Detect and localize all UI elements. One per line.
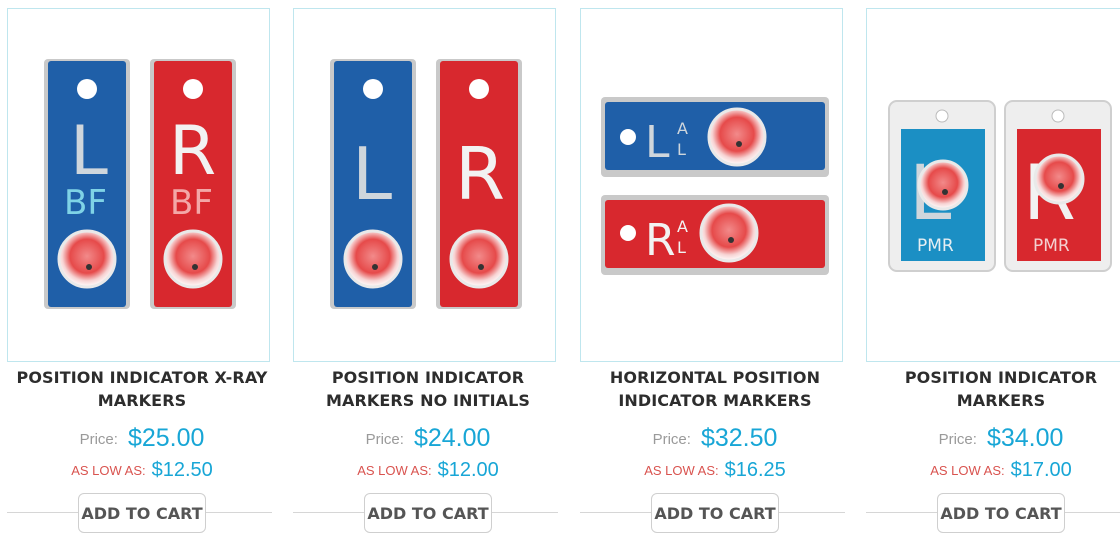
product-image: L BF R BF xyxy=(44,59,236,309)
marker-letter: R xyxy=(169,112,216,191)
as-low-as-label: AS LOW AS: xyxy=(357,463,432,478)
product-image: L A L R A L xyxy=(601,97,829,275)
marker-small-letter: A xyxy=(677,217,688,236)
marker-initials: BF xyxy=(64,183,107,223)
product-image-link[interactable]: L BF R BF xyxy=(7,8,270,362)
product-card: L R POSITION INDICATOR MARKERS NO INITIA… xyxy=(286,0,566,534)
product-card: L A L R A L HORIZONTAL POSITION INDICATO… xyxy=(573,0,853,534)
price-label: Price: xyxy=(938,431,977,448)
product-title-line[interactable]: MARKERS xyxy=(0,389,284,412)
product-card: L BF R BF POSITION INDICATOR X-RAY MARKE… xyxy=(0,0,280,534)
price-value: $34.00 xyxy=(986,424,1064,452)
product-title[interactable]: POSITION INDICATOR MARKERS xyxy=(859,366,1120,412)
price-row: Price: $25.00 xyxy=(0,424,284,453)
add-to-cart-button[interactable]: ADD TO CART xyxy=(78,493,206,533)
product-title-line[interactable]: POSITION INDICATOR X-RAY xyxy=(0,366,284,389)
product-title-line[interactable]: INDICATOR MARKERS xyxy=(573,389,857,412)
as-low-as-price: $16.25 xyxy=(724,459,786,481)
marker-small-letter: L xyxy=(677,238,686,257)
product-title-line[interactable]: MARKERS NO INITIALS xyxy=(286,389,570,412)
add-to-cart-button[interactable]: ADD TO CART xyxy=(651,493,779,533)
marker-initials: PMR xyxy=(917,236,954,256)
as-low-as-label: AS LOW AS: xyxy=(71,463,146,478)
marker-letter: R xyxy=(455,132,505,216)
product-title[interactable]: HORIZONTAL POSITION INDICATOR MARKERS xyxy=(573,366,857,412)
marker-initials: BF xyxy=(170,183,213,223)
product-image: L R xyxy=(330,59,522,309)
product-image-link[interactable]: L A L R A L xyxy=(580,8,843,362)
product-title[interactable]: POSITION INDICATOR X-RAY MARKERS xyxy=(0,366,284,412)
price-label: Price: xyxy=(365,431,404,448)
add-to-cart-button[interactable]: ADD TO CART xyxy=(937,493,1065,533)
price-label: Price: xyxy=(652,431,691,448)
price-value: $25.00 xyxy=(127,424,205,452)
price-value: $32.50 xyxy=(700,424,778,452)
product-title-line[interactable]: HORIZONTAL POSITION xyxy=(573,366,857,389)
marker-small-letter: L xyxy=(677,140,686,159)
product-title-line[interactable]: POSITION INDICATOR xyxy=(286,366,570,389)
marker-letter: L xyxy=(645,117,670,168)
price-row: Price: $24.00 xyxy=(286,424,570,453)
product-image-link[interactable]: L R xyxy=(293,8,556,362)
product-image-link[interactable]: L PMR R PMR xyxy=(866,8,1120,362)
price-row: Price: $34.00 xyxy=(859,424,1120,453)
marker-letter: L xyxy=(70,112,108,191)
marker-initials: PMR xyxy=(1033,236,1070,256)
as-low-as-price: $12.50 xyxy=(151,459,213,481)
as-low-as-row: AS LOW AS: $12.00 xyxy=(286,459,570,482)
product-card: L PMR R PMR POSITION INDICATOR MARKERS P… xyxy=(859,0,1120,534)
as-low-as-row: AS LOW AS: $12.50 xyxy=(0,459,284,482)
as-low-as-row: AS LOW AS: $16.25 xyxy=(573,459,857,482)
add-to-cart-button[interactable]: ADD TO CART xyxy=(364,493,492,533)
as-low-as-price: $17.00 xyxy=(1010,459,1072,481)
price-row: Price: $32.50 xyxy=(573,424,857,453)
as-low-as-label: AS LOW AS: xyxy=(930,463,1005,478)
price-value: $24.00 xyxy=(413,424,491,452)
price-label: Price: xyxy=(79,431,118,448)
marker-letter: L xyxy=(352,132,392,216)
marker-small-letter: A xyxy=(677,119,688,138)
product-grid: L BF R BF POSITION INDICATOR X-RAY MARKE… xyxy=(0,0,1120,534)
as-low-as-label: AS LOW AS: xyxy=(644,463,719,478)
product-title[interactable]: POSITION INDICATOR MARKERS NO INITIALS xyxy=(286,366,570,412)
product-title-line[interactable]: MARKERS xyxy=(859,389,1120,412)
marker-letter: R xyxy=(645,215,676,266)
as-low-as-row: AS LOW AS: $17.00 xyxy=(859,459,1120,482)
as-low-as-price: $12.00 xyxy=(437,459,499,481)
product-image: L PMR R PMR xyxy=(888,100,1112,272)
product-title-line[interactable]: POSITION INDICATOR xyxy=(859,366,1120,389)
